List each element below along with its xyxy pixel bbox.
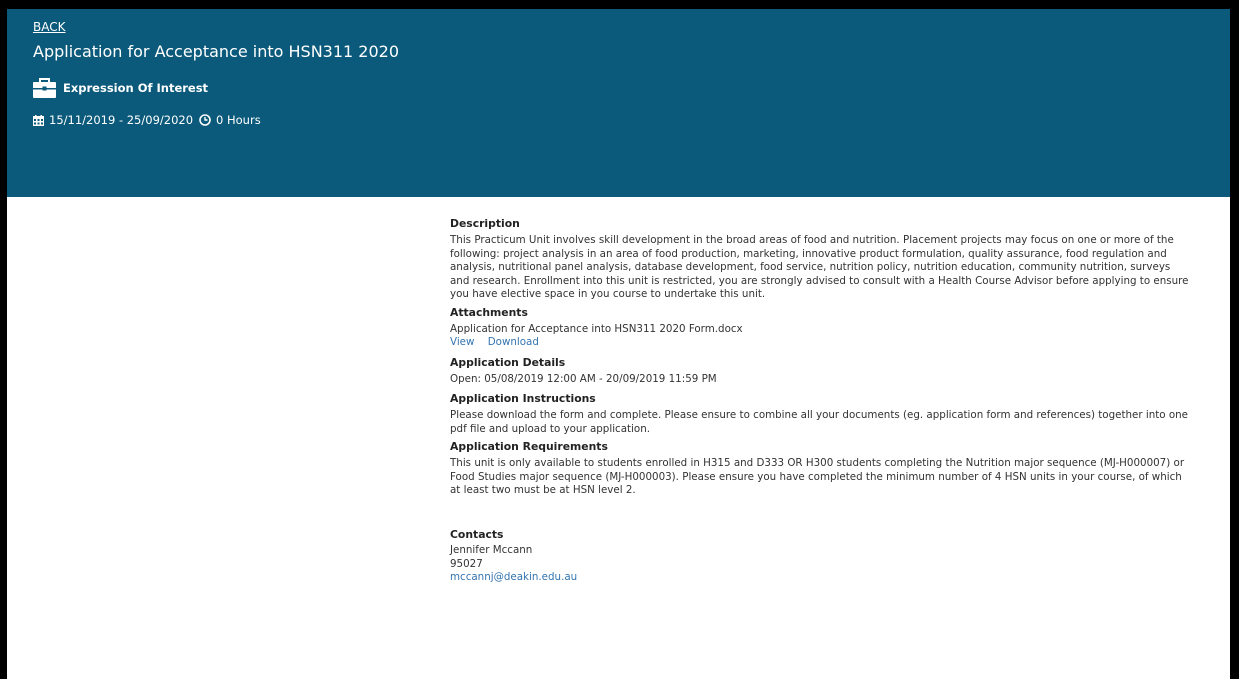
contact-name: Jennifer Mccann (450, 544, 533, 556)
contacts-section: Contacts Jennifer Mccann 95027 mccannj@d… (450, 528, 1190, 585)
date-range: 15/11/2019 - 25/09/2020 (49, 113, 194, 127)
clock-icon (199, 114, 211, 126)
description-heading: Description (450, 217, 520, 230)
opportunity-type-label: Expression Of Interest (63, 81, 209, 95)
page-title: Application for Acceptance into HSN311 2… (33, 42, 400, 61)
application-instructions-text: Please download the form and complete. P… (450, 409, 1189, 435)
contact-email-link[interactable]: mccannj@deakin.edu.au (450, 571, 577, 583)
attachment-file-name: Application for Acceptance into HSN311 2… (450, 322, 743, 335)
attachment-actions: View Download (450, 336, 1190, 350)
opportunity-type: Expression Of Interest (33, 77, 208, 99)
view-attachment-link[interactable]: View (450, 336, 474, 348)
date-row: 15/11/2019 - 25/09/2020 0 Hours (33, 113, 261, 127)
hours: 0 Hours (216, 113, 261, 127)
back-link[interactable]: BACK (33, 20, 65, 34)
contact-phone: 95027 (450, 557, 483, 570)
page-frame: BACK Application for Acceptance into HSN… (7, 9, 1230, 679)
application-instructions-heading: Application Instructions (450, 392, 596, 405)
application-requirements-text: This unit is only available to students … (450, 457, 1185, 496)
calendar-icon (33, 114, 44, 126)
header-banner: BACK Application for Acceptance into HSN… (7, 9, 1230, 197)
application-open-dates: Open: 05/08/2019 12:00 AM - 20/09/2019 1… (450, 372, 717, 385)
attachments-heading: Attachments (450, 305, 528, 319)
briefcase-icon (33, 78, 56, 98)
description-text: This Practicum Unit involves skill devel… (450, 234, 1189, 300)
contacts-heading: Contacts (450, 527, 504, 541)
application-details-heading: Application Details (450, 355, 566, 369)
details-content: Description This Practicum Unit involves… (450, 217, 1190, 585)
download-attachment-link[interactable]: Download (488, 336, 539, 348)
application-requirements-heading: Application Requirements (450, 440, 608, 453)
